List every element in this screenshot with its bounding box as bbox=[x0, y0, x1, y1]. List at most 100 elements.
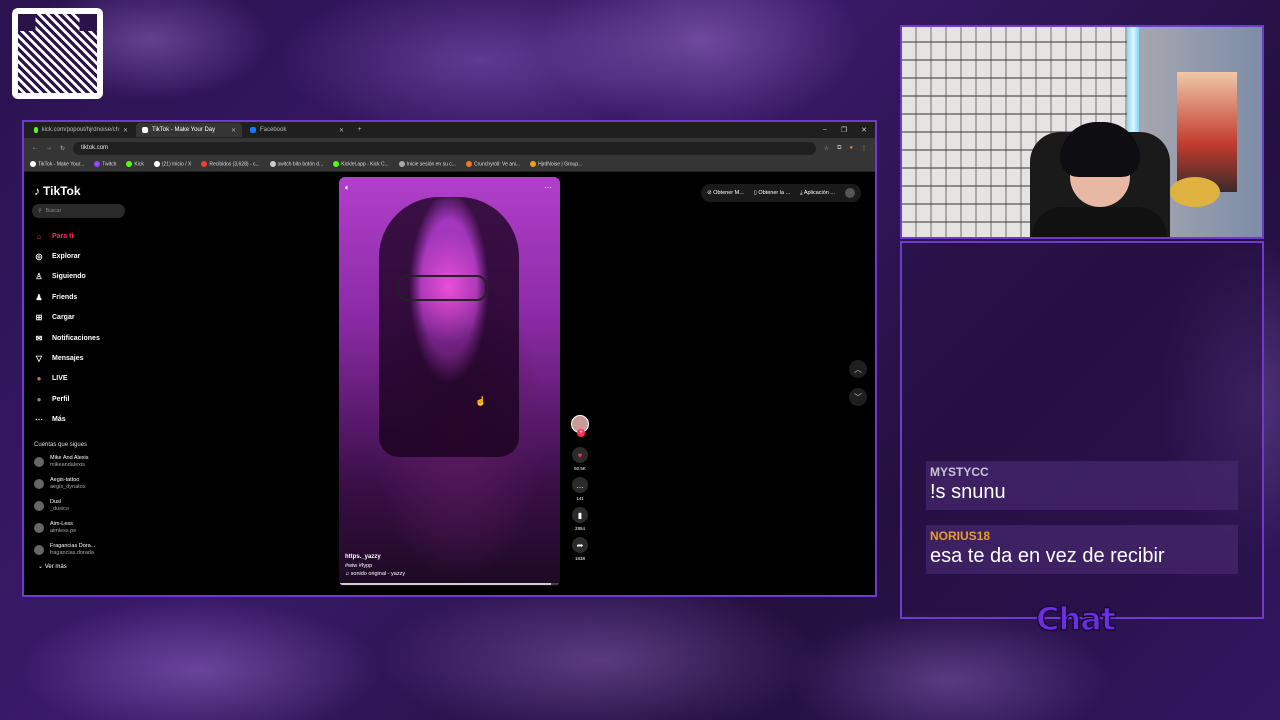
video-sound[interactable]: ♫ sonido original - yazzy bbox=[345, 570, 405, 578]
bookmark-item[interactable]: HjrdNoise | Group... bbox=[530, 161, 582, 168]
share-button[interactable]: ➦ 1838 bbox=[569, 537, 591, 561]
tab-label: Facebook bbox=[260, 127, 287, 133]
url-text: tiktok.com bbox=[81, 145, 109, 151]
nav-explorar[interactable]: ◎ Explorar bbox=[30, 246, 140, 266]
video-actions: ♥60.5K …141 ▮2854 ➦1838 bbox=[569, 415, 591, 567]
save-button[interactable]: ▮ 2854 bbox=[569, 507, 591, 531]
search-icon: ⚲ bbox=[38, 208, 42, 214]
maximize-icon[interactable]: ❐ bbox=[841, 126, 847, 134]
nav-siguiendo[interactable]: ♙ Siguiendo bbox=[30, 267, 140, 287]
tab-facebook[interactable]: Facebook ✕ bbox=[244, 123, 350, 137]
next-video-button[interactable]: ﹀ bbox=[849, 388, 867, 406]
bookmark-item[interactable]: Crunchyroll: Ve ani... bbox=[465, 161, 520, 168]
video-caption: https._yazzy #wiw #fypp ♫ sonido origina… bbox=[345, 553, 405, 579]
tab-label: TikTok - Make Your Day bbox=[152, 127, 216, 133]
main-nav: ⌂ Para ti ◎ Explorar ♙ Siguiendo ♟ Friends ⊞… bbox=[30, 226, 140, 430]
account-item[interactable]: Mike And Alexis mikeandalexis bbox=[30, 451, 140, 473]
desktop-app-button[interactable]: ⤓ Aplicación ... bbox=[800, 190, 835, 197]
account-item[interactable]: Fragancias Dora... fragancias.dorada bbox=[30, 539, 140, 561]
avatar bbox=[34, 478, 44, 489]
tab-kick[interactable]: kick.com/popout/hjrdnoise/ch ✕ bbox=[28, 123, 134, 137]
new-tab-button[interactable]: + bbox=[352, 127, 368, 133]
get-coins-button[interactable]: ⊘ Obtener M... bbox=[707, 190, 744, 196]
tiktok-page: ♪ TikTok ⚲ Buscar ⌂ Para ti ◎ Explorar ♙ Sigu… bbox=[24, 172, 875, 595]
previous-video-button[interactable]: ︿ bbox=[849, 360, 867, 378]
bookmark-item[interactable]: Kicklet.app - Kick C... bbox=[333, 161, 389, 168]
sidebar: ♪ TikTok ⚲ Buscar ⌂ Para ti ◎ Explorar ♙ Sigu… bbox=[30, 172, 140, 595]
reload-icon[interactable]: ↻ bbox=[60, 145, 65, 152]
bookmark-item[interactable]: TikTok - Make Your... bbox=[30, 161, 84, 168]
account-item[interactable]: Dusl _dusico bbox=[30, 495, 140, 517]
bookmark-icon: ▮ bbox=[572, 507, 588, 523]
comment-button[interactable]: … 141 bbox=[569, 477, 591, 501]
like-button[interactable]: ♥ 60.5K bbox=[569, 447, 591, 471]
avatar bbox=[34, 544, 44, 555]
facebook-icon bbox=[250, 127, 256, 133]
nav-perfil[interactable]: ● Perfil bbox=[30, 389, 140, 409]
video-player[interactable]: 🔈︎ ⋯ https._yazzy #wiw #fypp ♫ sonido ori… bbox=[339, 177, 560, 586]
nav-notificaciones[interactable]: ✉ Notificaciones bbox=[30, 328, 140, 348]
more-options-icon[interactable]: ⋯ bbox=[544, 183, 552, 193]
bookmark-item[interactable]: Recibidos (3,628) - c... bbox=[201, 161, 260, 168]
close-icon[interactable]: ✕ bbox=[231, 127, 236, 134]
star-icon[interactable]: ☆ bbox=[824, 145, 829, 152]
heart-icon: ♥ bbox=[572, 447, 588, 463]
upload-icon: ⊞ bbox=[35, 313, 43, 323]
nav-mensajes[interactable]: ▽ Mensajes bbox=[30, 348, 140, 368]
chat-message: NORIUS18 esa te da en vez de recibir bbox=[926, 525, 1238, 574]
message-icon: ▽ bbox=[35, 354, 43, 364]
nav-para-ti[interactable]: ⌂ Para ti bbox=[30, 226, 140, 246]
chat-username: NORIUS18 bbox=[930, 529, 991, 543]
tab-tiktok[interactable]: TikTok - Make Your Day ✕ bbox=[136, 123, 242, 137]
toolbar: ← → ↻ tiktok.com ☆ ⧉ ● ⋮ bbox=[24, 138, 875, 158]
close-window-icon[interactable]: ✕ bbox=[861, 126, 867, 134]
top-actions: ⊘ Obtener M... ▯ Obtener la ... ⤓ Aplica… bbox=[701, 184, 861, 202]
nav-cargar[interactable]: ⊞ Cargar bbox=[30, 308, 140, 328]
close-icon[interactable]: ✕ bbox=[123, 127, 128, 134]
account-item[interactable]: Aegis-tattoo aegis_dynatos bbox=[30, 473, 140, 495]
minimize-icon[interactable]: – bbox=[823, 126, 827, 134]
avatar bbox=[34, 456, 44, 467]
tiktok-logo[interactable]: ♪ TikTok bbox=[30, 172, 140, 198]
bookmark-item[interactable]: Twitch bbox=[94, 161, 116, 168]
more-icon: ⋯ bbox=[35, 415, 43, 425]
video-frame-detail bbox=[397, 275, 487, 301]
get-app-button[interactable]: ▯ Obtener la ... bbox=[754, 190, 790, 196]
nav-live[interactable]: ● LIVE bbox=[30, 369, 140, 389]
bookmark-item[interactable]: Inicie sesión en su c... bbox=[398, 161, 456, 168]
video-tags[interactable]: #wiw #fypp bbox=[345, 562, 405, 570]
video-progress-bar[interactable] bbox=[339, 583, 560, 585]
following-title: Cuentas que sigues bbox=[34, 441, 88, 448]
bookmark-item[interactable]: Kick bbox=[126, 161, 144, 168]
user-avatar[interactable] bbox=[845, 188, 855, 198]
menu-icon[interactable]: ⋮ bbox=[861, 145, 867, 152]
forward-icon[interactable]: → bbox=[46, 145, 52, 151]
profile-icon: ● bbox=[36, 394, 42, 404]
volume-icon[interactable]: 🔈︎ bbox=[345, 183, 350, 193]
nav-friends[interactable]: ♟ Friends bbox=[30, 287, 140, 307]
account-item[interactable]: Aim-Less aimless.pe bbox=[30, 517, 140, 539]
avatar bbox=[34, 522, 44, 533]
chevron-down-icon: ⌄ bbox=[38, 563, 44, 570]
video-author[interactable]: https._yazzy bbox=[345, 554, 381, 560]
video-nav: ︿ ﹀ bbox=[849, 360, 867, 406]
bell-icon: ✉ bbox=[35, 333, 43, 343]
address-bar[interactable]: tiktok.com bbox=[73, 141, 816, 155]
webcam-overlay bbox=[900, 25, 1264, 239]
avatar bbox=[34, 500, 44, 511]
back-icon[interactable]: ← bbox=[32, 145, 38, 151]
creator-avatar[interactable] bbox=[571, 415, 589, 437]
tab-bar: kick.com/popout/hjrdnoise/ch ✕ TikTok - M… bbox=[24, 122, 875, 138]
extensions-icon[interactable]: ⧉ bbox=[837, 145, 841, 152]
mouse-cursor-icon: ☝ bbox=[475, 396, 487, 406]
nav-mas[interactable]: ⋯ Más bbox=[30, 410, 140, 430]
see-more-link[interactable]: ⌄ Ver más bbox=[30, 563, 140, 570]
tiktok-logo-icon: ♪ bbox=[34, 184, 40, 198]
bookmark-item[interactable]: switch bito botón d... bbox=[269, 161, 323, 168]
bookmark-item[interactable]: (21) Inicio / X bbox=[153, 161, 191, 168]
video-frame bbox=[379, 197, 519, 457]
profile-avatar[interactable]: ● bbox=[849, 145, 853, 151]
close-icon[interactable]: ✕ bbox=[339, 127, 344, 134]
compass-icon: ◎ bbox=[35, 252, 43, 262]
search-input[interactable]: ⚲ Buscar bbox=[32, 204, 125, 218]
